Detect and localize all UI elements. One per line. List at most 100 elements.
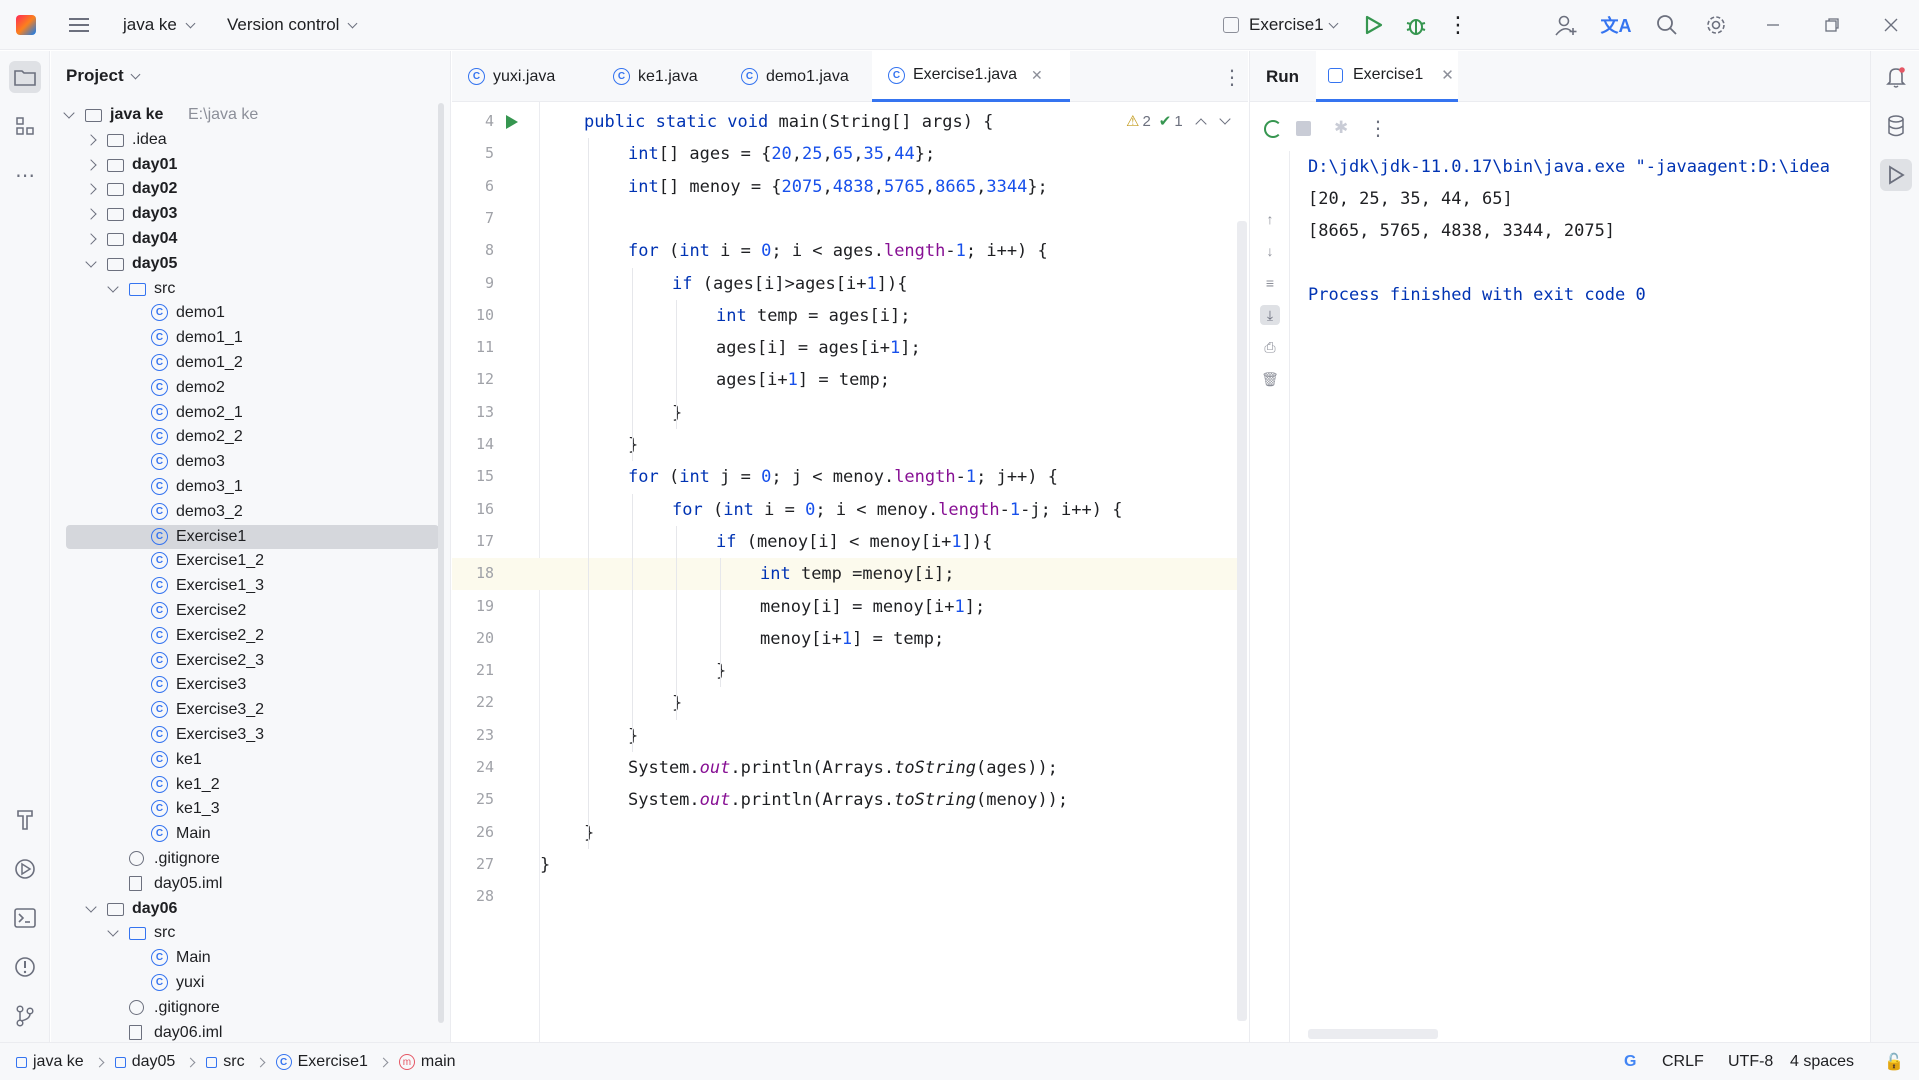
tree-item[interactable]: Cdemo1_1 <box>51 326 439 350</box>
tree-item[interactable]: Cyuxi <box>51 971 439 995</box>
structure-tool-icon[interactable] <box>9 110 41 142</box>
tree-item[interactable]: day03 <box>51 202 439 226</box>
tree-item[interactable]: Cdemo3_2 <box>51 500 439 524</box>
more-tools-icon[interactable]: ⋯ <box>9 159 41 191</box>
project-scrollbar[interactable] <box>438 103 444 1023</box>
breadcrumb-item[interactable]: m main <box>398 1053 456 1071</box>
code-line[interactable]: int[] ages = {20,25,65,35,44}; <box>540 138 1240 170</box>
code-line[interactable]: for (int i = 0; i < ages.length-1; i++) … <box>540 235 1240 267</box>
close-window-icon[interactable] <box>1875 9 1907 41</box>
chevron-right-icon[interactable] <box>85 233 97 245</box>
scroll-down-icon[interactable]: ↓ <box>1260 241 1280 261</box>
database-icon[interactable] <box>1880 110 1912 142</box>
code-line[interactable] <box>540 881 1240 913</box>
tree-item[interactable]: Cdemo1 <box>51 301 439 325</box>
search-icon[interactable] <box>1651 9 1683 41</box>
tree-item[interactable]: C Exercise3 <box>51 673 439 697</box>
run-more-icon[interactable]: ⋮ <box>1368 116 1388 141</box>
soft-wrap-icon[interactable]: ≡ <box>1260 273 1280 293</box>
code-line[interactable]: } <box>540 817 1240 849</box>
console-h-scrollbar[interactable] <box>1308 1029 1438 1039</box>
tree-item[interactable]: C Exercise2_3 <box>51 649 439 673</box>
code-line[interactable]: menoy[i+1] = temp; <box>540 623 1240 655</box>
console-output[interactable]: D:\jdk\jdk-11.0.17\bin\java.exe "-javaag… <box>1308 151 1868 311</box>
code-line[interactable]: for (int j = 0; j < menoy.length-1; j++)… <box>540 461 1240 493</box>
editor-scrollbar[interactable] <box>1237 221 1247 1021</box>
chevron-down-icon[interactable] <box>85 900 97 913</box>
code-line[interactable]: if (menoy[i] < menoy[i+1]){ <box>540 526 1240 558</box>
chevron-down-icon[interactable] <box>107 280 119 293</box>
tree-item[interactable]: day04 <box>51 227 439 251</box>
settings-gear-icon[interactable] <box>1700 9 1732 41</box>
debug-icon[interactable] <box>1400 9 1432 41</box>
services-tool-icon[interactable] <box>9 853 41 885</box>
lock-icon[interactable]: 🔓 <box>1884 1043 1904 1080</box>
close-tab-icon[interactable]: ✕ <box>1031 67 1043 84</box>
next-highlight-icon[interactable] <box>1219 112 1231 125</box>
chevron-right-icon[interactable] <box>85 134 97 146</box>
code-line[interactable]: menoy[i] = menoy[i+1]; <box>540 591 1240 623</box>
tree-item[interactable]: java ke E:\java ke <box>51 103 439 127</box>
tree-item[interactable]: Cdemo2_2 <box>51 425 439 449</box>
editor-tab[interactable]: Cyuxi.java <box>452 51 597 102</box>
tree-item[interactable]: day01 <box>51 153 439 177</box>
chevron-down-icon[interactable] <box>85 256 97 268</box>
tree-item[interactable]: Cdemo3 <box>51 450 439 474</box>
run-tool-icon[interactable] <box>1880 159 1912 191</box>
editor-tab[interactable]: Cke1.java <box>597 51 725 102</box>
code-line[interactable]: ages[i] = ages[i+1]; <box>540 332 1240 364</box>
code-line[interactable]: int[] menoy = {2075,4838,5765,8665,3344}… <box>540 171 1240 203</box>
run-gutter-icon[interactable] <box>505 114 519 135</box>
code-line[interactable]: int temp =menoy[i]; <box>540 558 1240 591</box>
tree-item[interactable]: C Main <box>51 822 439 846</box>
tree-item[interactable]: C Exercise3_3 <box>51 723 439 747</box>
tree-item[interactable]: C Exercise3_2 <box>51 698 439 722</box>
tree-item[interactable]: Cdemo2 <box>51 376 439 400</box>
clear-console-icon[interactable]: 🗑 <box>1260 369 1280 389</box>
chevron-right-icon[interactable] <box>85 183 97 196</box>
notifications-bell-icon[interactable] <box>1880 61 1912 93</box>
tree-item[interactable]: .idea <box>51 128 439 152</box>
breadcrumb-item[interactable]: src <box>206 1053 245 1071</box>
tree-item[interactable]: day05.iml <box>51 872 439 896</box>
line-separator[interactable]: CRLF <box>1662 1043 1704 1080</box>
chevron-down-icon[interactable] <box>63 107 75 119</box>
editor-tab[interactable]: Cdemo1.java <box>725 51 872 102</box>
previous-highlight-icon[interactable] <box>1195 117 1207 130</box>
print-icon[interactable]: ⎙ <box>1260 337 1280 357</box>
tree-item[interactable]: .gitignore <box>51 996 439 1020</box>
run-config-selector[interactable]: Exercise1 <box>1223 0 1339 50</box>
tree-item[interactable]: day06.iml <box>51 1021 439 1045</box>
tree-item[interactable]: src <box>51 277 439 301</box>
tabs-more-icon[interactable]: ⋮ <box>1222 65 1242 90</box>
minimize-icon[interactable] <box>1757 9 1789 41</box>
tree-item[interactable]: .gitignore <box>51 847 439 871</box>
chevron-right-icon[interactable] <box>85 208 97 220</box>
tree-item[interactable]: Cke1_3 <box>51 797 439 821</box>
inspection-widget[interactable]: ⚠ 2 ✔ 1 <box>1126 109 1231 133</box>
tree-item[interactable]: C Exercise1_3 <box>51 574 439 598</box>
indent-setting[interactable]: 4 spaces <box>1790 1043 1854 1080</box>
scroll-up-icon[interactable]: ↑ <box>1260 209 1280 229</box>
code-line[interactable]: int temp = ages[i]; <box>540 300 1240 332</box>
tree-item[interactable]: day05 <box>51 252 439 276</box>
run-tab-exercise1[interactable]: Exercise1 ✕ <box>1316 51 1458 102</box>
rerun-icon[interactable] <box>1264 120 1282 138</box>
main-menu-icon[interactable] <box>63 9 95 41</box>
tree-item[interactable]: src <box>51 921 439 945</box>
debug-disabled-icon[interactable]: ✱ <box>1334 118 1348 138</box>
restore-icon[interactable] <box>1816 9 1848 41</box>
code-line[interactable]: System.out.println(Arrays.toString(menoy… <box>540 784 1240 816</box>
tree-item[interactable]: Cke1_2 <box>51 773 439 797</box>
run-icon[interactable] <box>1358 9 1390 41</box>
translate-icon[interactable]: 文A <box>1600 9 1632 41</box>
file-encoding[interactable]: UTF-8 <box>1728 1043 1773 1080</box>
tree-item[interactable]: C Exercise1 <box>66 524 439 549</box>
chevron-right-icon[interactable] <box>85 158 97 171</box>
code-line[interactable]: if (ages[i]>ages[i+1]){ <box>540 268 1240 300</box>
google-icon[interactable]: G <box>1624 1043 1636 1080</box>
tree-item[interactable]: C Exercise2_2 <box>51 624 439 648</box>
code-area[interactable]: public static void main(String[] args) {… <box>540 102 1248 1042</box>
terminal-tool-icon[interactable] <box>9 902 41 934</box>
tree-item[interactable]: C Main <box>51 946 439 970</box>
